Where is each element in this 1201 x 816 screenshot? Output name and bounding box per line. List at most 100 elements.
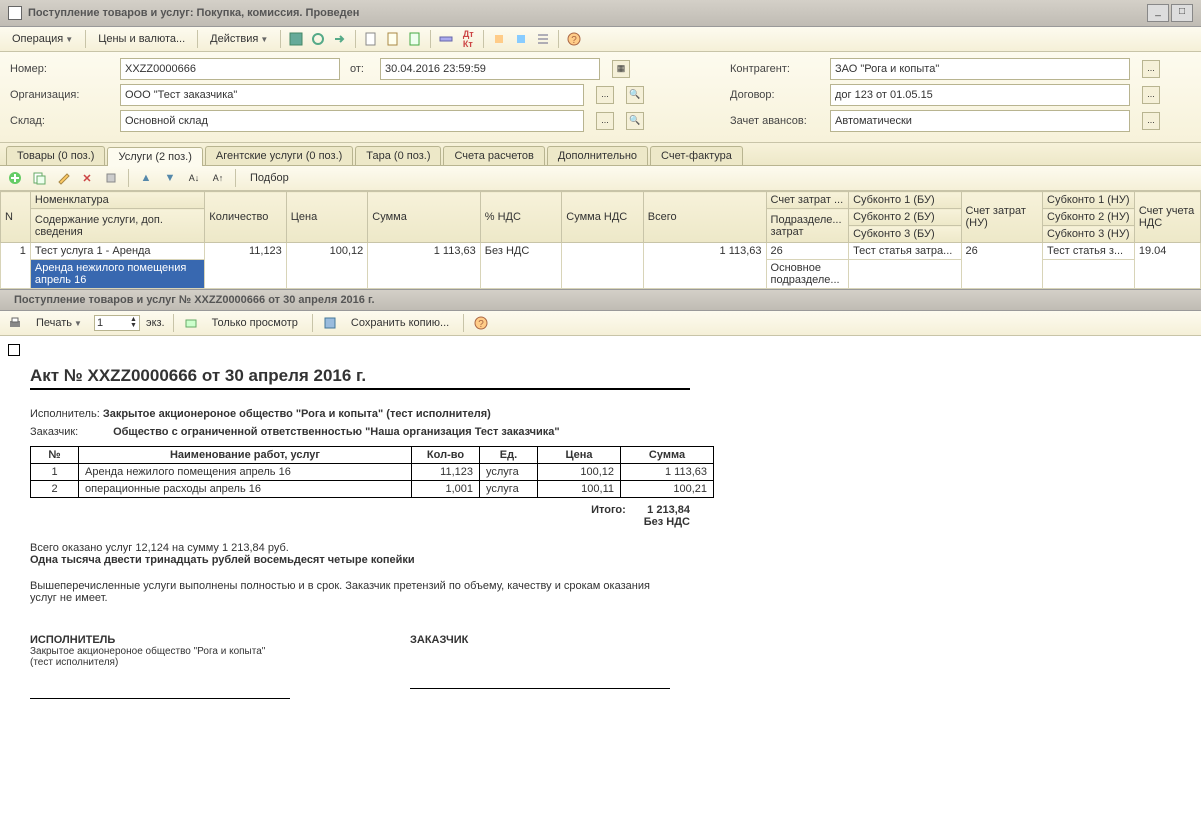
- tab-accounts[interactable]: Счета расчетов: [443, 146, 544, 165]
- col-qty[interactable]: Количество: [205, 192, 287, 243]
- copy-icon[interactable]: [30, 169, 48, 187]
- col-sum[interactable]: Сумма: [368, 192, 480, 243]
- org-search-icon[interactable]: 🔍: [626, 86, 644, 104]
- storage-input[interactable]: Основной склад: [120, 110, 584, 132]
- up-icon[interactable]: ▲: [137, 169, 155, 187]
- note: Вышеперечисленные услуги выполнены полно…: [30, 580, 670, 604]
- refresh-icon[interactable]: [309, 30, 327, 48]
- grid-toolbar: ✕ ▲ ▼ A↓ A↑ Подбор: [0, 166, 1201, 191]
- copies-label: экз.: [146, 317, 165, 329]
- help-icon[interactable]: ?: [472, 314, 490, 332]
- svg-text:?: ?: [478, 319, 484, 330]
- col-price[interactable]: Цена: [286, 192, 368, 243]
- col-vat-pct[interactable]: % НДС: [480, 192, 562, 243]
- col-cost-nu[interactable]: Счет затрат (НУ): [961, 192, 1043, 243]
- table-row: 1 Аренда нежилого помещения апрель 16 11…: [31, 464, 714, 481]
- tab-extra[interactable]: Дополнительно: [547, 146, 648, 165]
- number-input[interactable]: XXZZ0000666: [120, 58, 340, 80]
- sig-line: [410, 688, 670, 689]
- print-document: Акт № XXZZ0000666 от 30 апреля 2016 г. И…: [0, 336, 1201, 816]
- selection-button[interactable]: Подбор: [244, 170, 295, 186]
- save-icon[interactable]: [321, 314, 339, 332]
- minimize-button[interactable]: _: [1147, 4, 1169, 22]
- contract-lookup-icon[interactable]: ...: [1142, 86, 1160, 104]
- doc-icon-2[interactable]: [384, 30, 402, 48]
- col-nomen2[interactable]: Содержание услуги, доп. сведения: [30, 209, 204, 243]
- col-sub2[interactable]: Субконто 2 (БУ): [849, 209, 961, 226]
- table-row: 2 операционные расходы апрель 16 1,001 у…: [31, 481, 714, 498]
- maximize-button[interactable]: □: [1171, 4, 1193, 22]
- view-icon[interactable]: [182, 314, 200, 332]
- doc-icon-3[interactable]: [406, 30, 424, 48]
- dk-icon[interactable]: ДтКт: [459, 30, 477, 48]
- col-sub1nu[interactable]: Субконто 1 (НУ): [1043, 192, 1135, 209]
- org-label: Организация:: [10, 89, 110, 101]
- summary: Всего оказано услуг 12,124 на сумму 1 21…: [30, 542, 1171, 554]
- tab-goods[interactable]: Товары (0 поз.): [6, 146, 105, 165]
- actions-menu[interactable]: Действия ▼: [204, 31, 274, 47]
- help-icon[interactable]: ?: [565, 30, 583, 48]
- tab-agent[interactable]: Агентские услуги (0 поз.): [205, 146, 353, 165]
- signatures: ИСПОЛНИТЕЛЬ Закрытое акционероное общест…: [30, 634, 1171, 699]
- col-vat-sum[interactable]: Сумма НДС: [562, 192, 644, 243]
- go-icon[interactable]: [331, 30, 349, 48]
- tool-icon-2[interactable]: [512, 30, 530, 48]
- date-input[interactable]: 30.04.2016 23:59:59: [380, 58, 600, 80]
- col-cost-acc2[interactable]: Подразделе... затрат: [766, 209, 849, 243]
- save-icon[interactable]: [287, 30, 305, 48]
- advance-label: Зачет авансов:: [730, 115, 820, 127]
- col-nomen[interactable]: Номенклатура: [30, 192, 204, 209]
- printer-icon[interactable]: [6, 314, 24, 332]
- col-sub3nu[interactable]: Субконто 3 (НУ): [1043, 226, 1135, 243]
- org-lookup-icon[interactable]: ...: [596, 86, 614, 104]
- doc-icon: [8, 6, 22, 20]
- org-input[interactable]: ООО "Тест заказчика": [120, 84, 584, 106]
- print-window-title: Поступление товаров и услуг № XXZZ000066…: [14, 294, 375, 306]
- contract-input[interactable]: дог 123 от 01.05.15: [830, 84, 1130, 106]
- date-picker-icon[interactable]: ▦: [612, 60, 630, 78]
- col-sub3[interactable]: Субконто 3 (БУ): [849, 226, 961, 243]
- tab-invoice[interactable]: Счет-фактура: [650, 146, 743, 165]
- copies-input[interactable]: 1▲▼: [94, 315, 140, 331]
- storage-lookup-icon[interactable]: ...: [596, 112, 614, 130]
- col-sub2nu[interactable]: Субконто 2 (НУ): [1043, 209, 1135, 226]
- services-grid[interactable]: N Номенклатура Количество Цена Сумма % Н…: [0, 191, 1201, 289]
- print-titlebar: Поступление товаров и услуг № XXZZ000066…: [0, 289, 1201, 311]
- sort-asc-icon[interactable]: A↓: [185, 169, 203, 187]
- number-label: Номер:: [10, 63, 110, 75]
- col-sub1[interactable]: Субконто 1 (БУ): [849, 192, 961, 209]
- list-icon[interactable]: [534, 30, 552, 48]
- table-row[interactable]: 1 Тест услуга 1 - Аренда 11,123 100,12 1…: [1, 243, 1201, 260]
- col-cost-acc[interactable]: Счет затрат ...: [766, 192, 849, 209]
- edit-icon[interactable]: [54, 169, 72, 187]
- tab-services[interactable]: Услуги (2 поз.): [107, 147, 202, 166]
- performer-value: Закрытое акционероное общество "Рога и к…: [103, 408, 491, 420]
- save-copy-button[interactable]: Сохранить копию...: [345, 315, 455, 331]
- down-icon[interactable]: ▼: [161, 169, 179, 187]
- counterparty-lookup-icon[interactable]: ...: [1142, 60, 1160, 78]
- col-total[interactable]: Всего: [643, 192, 766, 243]
- col-n[interactable]: N: [1, 192, 31, 243]
- link-icon[interactable]: [437, 30, 455, 48]
- doc-title: Акт № XXZZ0000666 от 30 апреля 2016 г.: [30, 366, 690, 390]
- counterparty-input[interactable]: ЗАО "Рога и копыта": [830, 58, 1130, 80]
- prices-button[interactable]: Цены и валюта...: [92, 31, 191, 47]
- clear-icon[interactable]: [102, 169, 120, 187]
- advance-lookup-icon[interactable]: ...: [1142, 112, 1160, 130]
- col-vat-acc[interactable]: Счет учета НДС: [1134, 192, 1200, 243]
- tab-tara[interactable]: Тара (0 поз.): [355, 146, 441, 165]
- sort-desc-icon[interactable]: A↑: [209, 169, 227, 187]
- add-icon[interactable]: [6, 169, 24, 187]
- tool-icon-1[interactable]: [490, 30, 508, 48]
- delete-icon[interactable]: ✕: [78, 169, 96, 187]
- main-titlebar: Поступление товаров и услуг: Покупка, ко…: [0, 0, 1201, 27]
- view-only-button[interactable]: Только просмотр: [206, 315, 304, 331]
- operation-menu[interactable]: Операция ▼: [6, 31, 79, 47]
- customer-label: Заказчик:: [30, 426, 110, 438]
- window-title: Поступление товаров и услуг: Покупка, ко…: [28, 7, 359, 19]
- print-button[interactable]: Печать ▼: [30, 315, 88, 331]
- advance-input[interactable]: Автоматически: [830, 110, 1130, 132]
- doc-icon-1[interactable]: [362, 30, 380, 48]
- sig-performer-label: ИСПОЛНИТЕЛЬ: [30, 634, 115, 646]
- storage-search-icon[interactable]: 🔍: [626, 112, 644, 130]
